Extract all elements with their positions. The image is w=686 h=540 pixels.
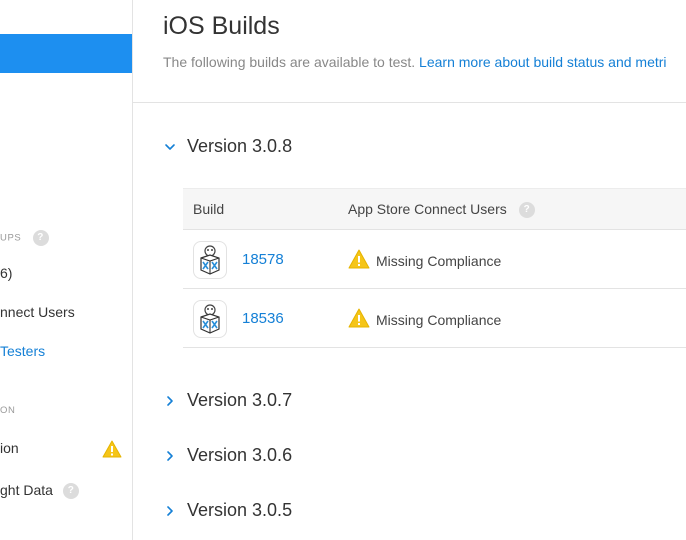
build-number-link[interactable]: 18536: [242, 310, 284, 327]
page-title: iOS Builds: [163, 12, 280, 40]
sidebar-item-information-label: ion: [0, 440, 19, 456]
divider: [133, 102, 686, 103]
sidebar-section-groups: UPS ?: [0, 230, 49, 246]
column-header-build: Build: [193, 201, 225, 217]
sidebar-item-connect-users[interactable]: nnect Users: [0, 304, 75, 320]
table-row[interactable]: 18578 Missing Compliance: [183, 230, 686, 289]
sidebar-item-testers[interactable]: Testers: [0, 343, 45, 359]
version-header-collapsed[interactable]: Version 3.0.6: [163, 445, 292, 466]
version-label: Version 3.0.6: [187, 445, 293, 465]
help-icon[interactable]: ?: [518, 202, 535, 219]
status-cell: Missing Compliance: [348, 308, 501, 331]
sidebar-section-info: ON: [0, 405, 16, 416]
sidebar-item-group-count[interactable]: 6): [0, 265, 12, 281]
sidebar-item-insight-data-label: ght Data: [0, 482, 53, 498]
version-label: Version 3.0.8: [187, 136, 293, 156]
sidebar-selected-item[interactable]: [0, 34, 132, 73]
version-label: Version 3.0.7: [187, 390, 293, 410]
column-header-users-label: App Store Connect Users: [348, 201, 507, 217]
chevron-down-icon: [163, 140, 177, 154]
warning-icon: [348, 308, 370, 331]
status-cell: Missing Compliance: [348, 249, 501, 272]
version-header-collapsed[interactable]: Version 3.0.5: [163, 500, 292, 521]
build-number-link[interactable]: 18578: [242, 251, 284, 268]
help-icon[interactable]: ?: [32, 230, 49, 246]
warning-icon: [102, 440, 122, 463]
sidebar-item-information[interactable]: ion: [0, 440, 19, 456]
table-header: Build App Store Connect Users ?: [183, 188, 686, 230]
app-icon: [193, 241, 227, 279]
main-content: iOS Builds The following builds are avai…: [133, 0, 686, 540]
version-label: Version 3.0.5: [187, 500, 293, 520]
version-header-expanded[interactable]: Version 3.0.8: [163, 136, 292, 157]
page-subtitle: The following builds are available to te…: [163, 54, 667, 70]
status-text: Missing Compliance: [376, 311, 502, 328]
sidebar: UPS ? 6) nnect Users Testers ON ion ght …: [0, 0, 133, 540]
help-icon[interactable]: ?: [62, 483, 79, 500]
subtitle-text: The following builds are available to te…: [163, 54, 416, 70]
status-text: Missing Compliance: [376, 252, 502, 269]
sidebar-item-insight-data[interactable]: ght Data ?: [0, 482, 79, 500]
chevron-right-icon: [163, 394, 177, 408]
version-header-collapsed[interactable]: Version 3.0.7: [163, 390, 292, 411]
warning-icon: [348, 249, 370, 272]
builds-table: Build App Store Connect Users ? 18578 Mi…: [183, 188, 686, 348]
column-header-users: App Store Connect Users ?: [348, 201, 535, 219]
table-row[interactable]: 18536 Missing Compliance: [183, 289, 686, 348]
app-icon: [193, 300, 227, 338]
chevron-right-icon: [163, 504, 177, 518]
sidebar-section-groups-label: UPS: [0, 232, 22, 244]
chevron-right-icon: [163, 449, 177, 463]
learn-more-link[interactable]: Learn more about build status and metri: [419, 54, 666, 70]
